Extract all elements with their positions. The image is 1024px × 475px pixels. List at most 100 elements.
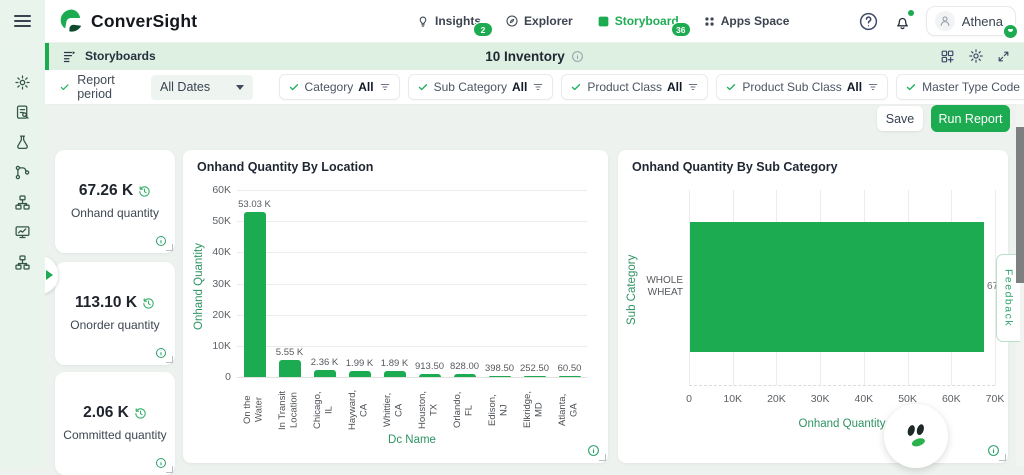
settings-icon[interactable] [14, 74, 32, 92]
filter-chip-label: Product Class [587, 80, 662, 94]
resize-handle[interactable] [166, 244, 173, 251]
x-category-label: Elkridge, MD [522, 383, 548, 437]
bar-atlanta-ga[interactable] [559, 376, 581, 378]
report-period-dropdown[interactable]: All Dates [151, 75, 252, 100]
nav-item-storyboard[interactable]: Storyboard36 [597, 14, 679, 28]
filter-chip-sub-category[interactable]: Sub CategoryAll [408, 74, 554, 100]
brand-logo[interactable]: ConverSight [58, 8, 197, 34]
x-tick-label: 60K [931, 393, 971, 405]
kpi-card-onorder: 113.10 KOnorder quantity [55, 262, 175, 365]
expand-button[interactable] [997, 50, 1010, 63]
filter-chip-label: Sub Category [434, 80, 507, 94]
filter-chip-label: Product Sub Class [742, 80, 841, 94]
y-category-label: WHOLE WHEAT [637, 275, 683, 298]
x-category-label: In Transit Location [277, 383, 303, 437]
nav-item-explorer[interactable]: Explorer [505, 14, 573, 28]
check-icon [288, 81, 300, 93]
help-button[interactable] [858, 11, 879, 32]
report-period-label: Report period [77, 73, 138, 101]
notification-dot [908, 10, 914, 16]
explorer-icon [505, 14, 519, 28]
person-icon [938, 14, 952, 28]
x-tick-label: 20K [756, 393, 796, 405]
bar-chicago-il[interactable] [314, 370, 336, 377]
nav-item-insights[interactable]: Insights2 [416, 14, 481, 28]
x-tick-label: 40K [844, 393, 884, 405]
resize-handle[interactable] [166, 356, 173, 363]
bar-orlando-fl[interactable] [454, 374, 476, 377]
gridline [237, 377, 587, 378]
info-icon[interactable] [571, 50, 584, 63]
x-tick-label: 70K [975, 393, 1015, 405]
chart-onhand-by-location: Onhand Quantity By Location 60K50K40K30K… [183, 150, 608, 463]
bar-whittier-ca[interactable] [384, 371, 406, 377]
user-status-badge [1002, 23, 1019, 40]
history-icon[interactable] [142, 297, 155, 310]
conversight-logo-icon [58, 8, 84, 34]
bar-in-transit-location[interactable] [279, 360, 301, 377]
bar-on-the-water[interactable] [244, 212, 266, 377]
conversight-mark-icon [897, 417, 935, 455]
run-report-button[interactable]: Run Report [931, 105, 1010, 132]
workflow-icon[interactable] [14, 164, 32, 182]
filter-chip-product-class[interactable]: Product ClassAll [561, 74, 708, 100]
filter-chip-master-type-code[interactable]: Master Type CodeAll [896, 74, 1024, 100]
bar-whole-wheat[interactable] [690, 222, 984, 352]
filter-chip-value: All [358, 80, 373, 94]
add-widget-button[interactable] [940, 49, 955, 64]
gridline [237, 252, 587, 253]
resize-handle[interactable] [599, 454, 606, 461]
x-axis-line [689, 385, 995, 386]
top-navigation-bar: ConverSight Insights2 Explorer Storyboard3… [0, 0, 1024, 43]
x-tick-label: 30K [800, 393, 840, 405]
filter-chip-category[interactable]: CategoryAll [279, 74, 400, 100]
nav-item-label: Storyboard [615, 14, 679, 28]
notifications-button[interactable] [893, 12, 912, 31]
hierarchy-icon[interactable] [14, 194, 32, 212]
chart-title: Onhand Quantity By Sub Category [632, 160, 838, 174]
filter-chip-product-sub-class[interactable]: Product Sub Class All [716, 74, 888, 100]
history-icon[interactable] [138, 185, 151, 198]
bar-hayward-ca[interactable] [349, 371, 371, 377]
scrollbar-thumb[interactable] [1016, 127, 1024, 283]
presentation-icon[interactable] [14, 224, 32, 242]
nav-item-apps-space[interactable]: Apps Space [703, 14, 790, 28]
kpi-card-onhand: 67.26 KOnhand quantity [55, 150, 175, 253]
bar-edison-nj[interactable] [489, 376, 511, 378]
x-tick-label: 0 [669, 393, 709, 405]
lab-flask-icon[interactable] [14, 134, 32, 152]
kpi-card-committed: 2.06 KCommitted quantity [55, 372, 175, 475]
report-period-filter: Report period All Dates [59, 73, 253, 101]
check-icon [417, 81, 429, 93]
kpi-value: 2.06 K [83, 404, 129, 422]
left-sidebar [0, 42, 45, 467]
report-period-value: All Dates [160, 80, 210, 94]
storyboard-title-wrap: 10 Inventory [45, 42, 1024, 70]
filter-lines-icon [687, 81, 699, 93]
page-title: 10 Inventory [485, 49, 565, 64]
brand-name: ConverSight [91, 11, 197, 32]
filter-chip-value: All [847, 80, 862, 94]
athena-assistant-button[interactable] [884, 404, 948, 468]
nav-item-label: Apps Space [721, 14, 790, 28]
check-icon [570, 81, 582, 93]
bar-elkridge-md[interactable] [524, 376, 546, 378]
gear-icon [968, 48, 984, 64]
resize-handle[interactable] [999, 454, 1006, 461]
x-category-label: Chicago, IL [312, 383, 338, 437]
hierarchy-2-icon[interactable] [14, 254, 32, 272]
bar-value-label: 60.50 [546, 363, 594, 374]
save-button[interactable]: Save [877, 106, 923, 131]
settings-button[interactable] [968, 48, 984, 64]
insights-icon [416, 14, 430, 28]
y-axis-title: Onhand Quantity [193, 222, 205, 352]
filter-chips: CategoryAllSub CategoryAllProduct ClassA… [279, 74, 1024, 100]
user-menu[interactable]: Athena [926, 6, 1016, 36]
history-icon[interactable] [134, 407, 147, 420]
resize-handle[interactable] [166, 466, 173, 473]
chart-onhand-by-subcategory: Onhand Quantity By Sub Category 010K20K3… [618, 150, 1008, 463]
report-doc-icon[interactable] [14, 104, 32, 122]
menu-toggle[interactable] [0, 0, 45, 42]
kpi-value: 67.26 K [79, 182, 133, 200]
bar-houston-tx[interactable] [419, 374, 441, 377]
